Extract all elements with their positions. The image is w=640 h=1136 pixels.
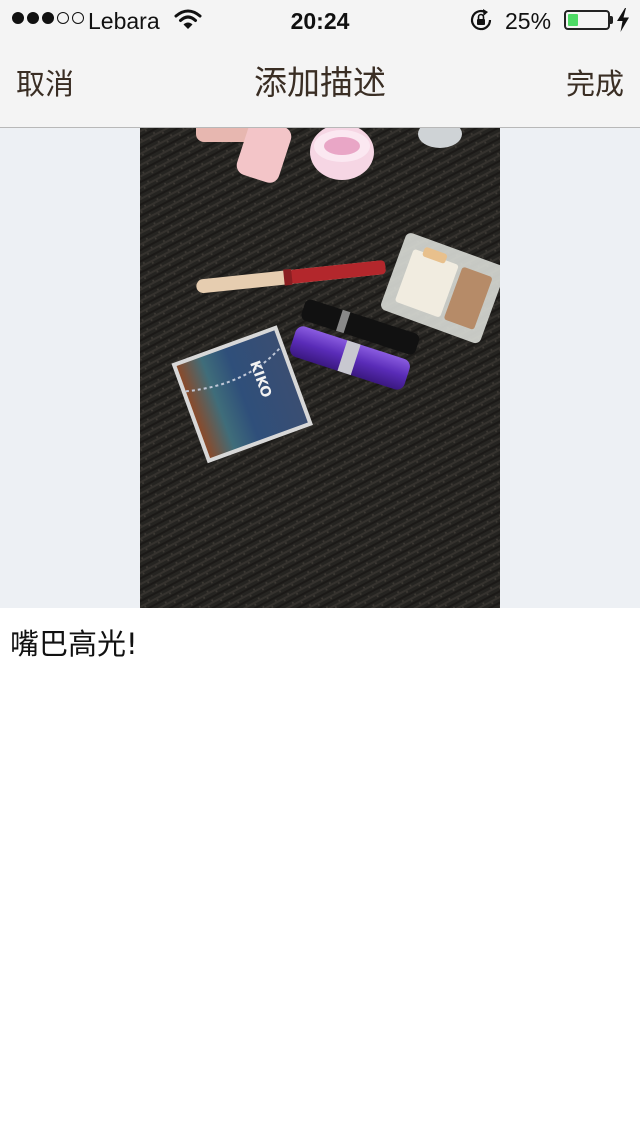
page-title: 添加描述 — [254, 63, 386, 102]
battery-icon — [564, 10, 610, 30]
makeup-photo: KIKO — [140, 128, 500, 608]
battery-percent: 25% — [505, 8, 552, 34]
battery-level-fill — [568, 14, 578, 26]
charging-icon — [617, 8, 629, 32]
rotation-lock-icon — [470, 9, 492, 31]
done-button[interactable]: 完成 — [566, 66, 624, 102]
status-bar: Lebara 20:24 25% — [0, 0, 640, 40]
navigation-bar: 取消 添加描述 完成 — [0, 40, 640, 128]
add-description-screen: Lebara 20:24 25% 取消 添加描述 完成 KIKO 嘴巴高光! — [0, 0, 640, 1136]
description-text-input[interactable]: 嘴巴高光! — [10, 626, 630, 662]
battery-cap — [610, 16, 613, 24]
photo-preview-area: KIKO — [0, 128, 640, 608]
